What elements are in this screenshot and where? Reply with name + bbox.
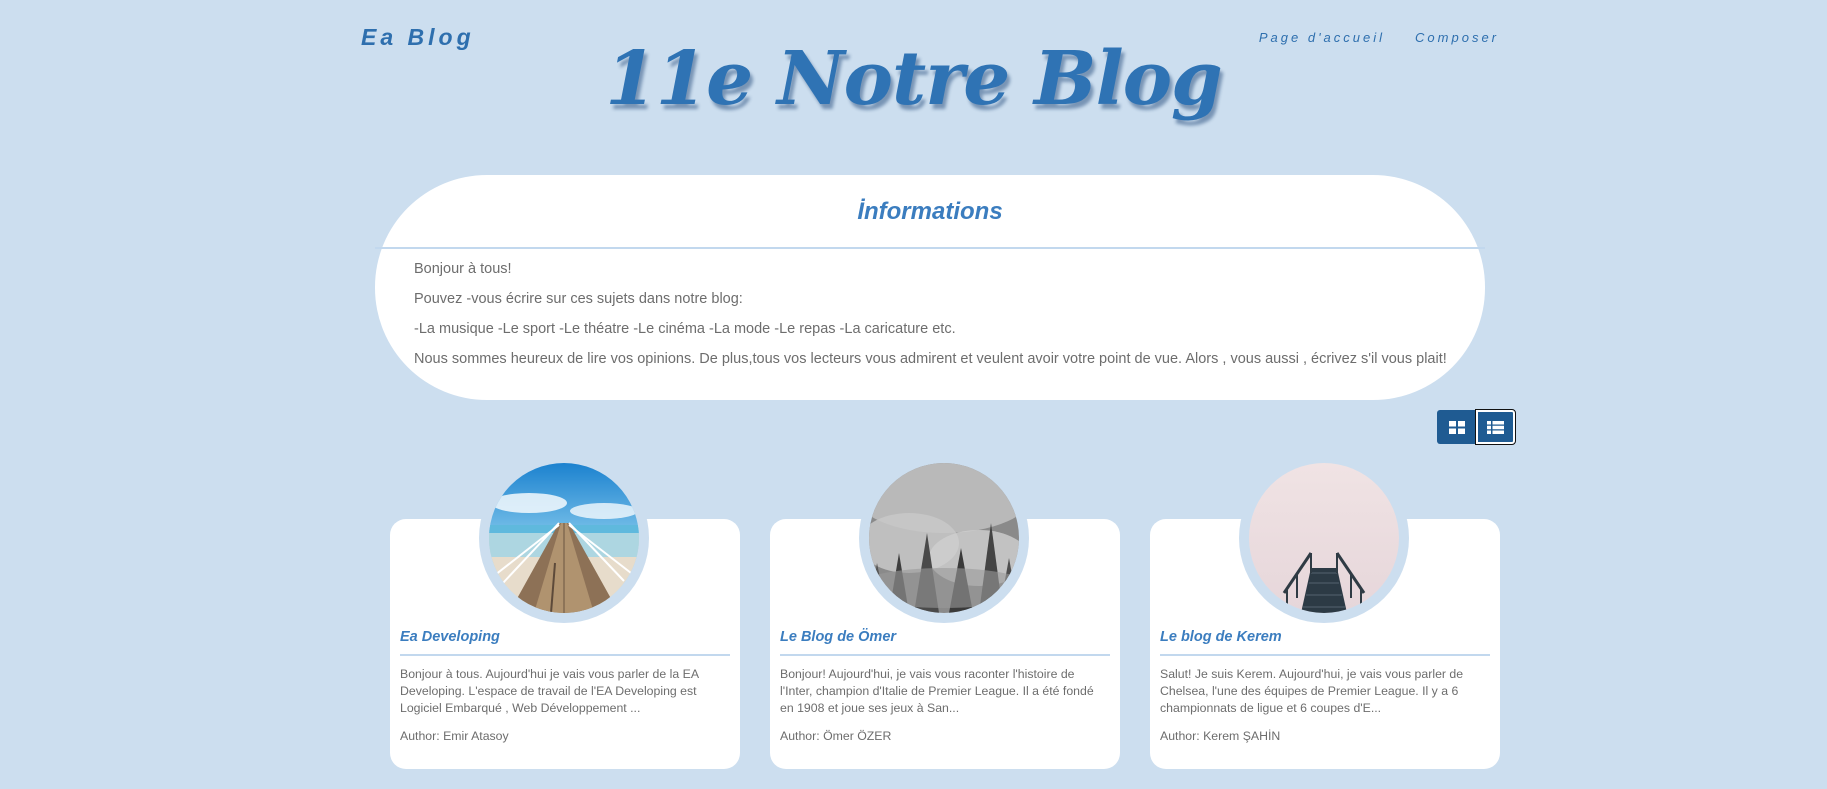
grid-view-icon: [1448, 420, 1465, 434]
hero-title: 11e Notre Blog: [605, 36, 1223, 122]
post-image[interactable]: [489, 463, 639, 613]
view-toggle: [1437, 409, 1516, 445]
post-author: Author: Ömer ÖZER: [780, 729, 892, 743]
list-view-icon: [1487, 420, 1504, 434]
post-title[interactable]: Le blog de Kerem: [1160, 629, 1490, 656]
post-image[interactable]: [1249, 463, 1399, 613]
info-paragraph: Bonjour à tous!: [414, 261, 512, 277]
post-title[interactable]: Le Blog de Ömer: [780, 629, 1110, 656]
post-author: Author: Emir Atasoy: [400, 729, 509, 743]
info-paragraph: Nous sommes heureux de lire vos opinions…: [414, 351, 1447, 367]
info-paragraph: -La musique -Le sport -Le théatre -Le ci…: [414, 321, 956, 337]
info-title: İnformations: [375, 175, 1485, 249]
post-image-frame: [859, 453, 1029, 623]
post-excerpt: Bonjour! Aujourd'hui, je vais vous racon…: [780, 667, 1094, 715]
info-paragraph: Pouvez -vous écrire sur ces sujets dans …: [414, 291, 743, 307]
post-card[interactable]: Ea Developing Bonjour à tous. Aujourd'hu…: [390, 453, 740, 769]
grid-view-button[interactable]: [1437, 410, 1476, 444]
post-card[interactable]: Le Blog de Ömer Bonjour! Aujourd'hui, je…: [770, 453, 1120, 769]
post-excerpt: Salut! Je suis Kerem. Aujourd'hui, je va…: [1160, 667, 1464, 715]
post-author: Author: Kerem ŞAHİN: [1160, 729, 1281, 743]
post-image-frame: [479, 453, 649, 623]
info-panel: İnformations Bonjour à tous! Pouvez -vou…: [375, 175, 1485, 400]
post-image[interactable]: [869, 463, 1019, 613]
post-image-frame: [1239, 453, 1409, 623]
list-view-button[interactable]: [1475, 409, 1516, 445]
post-title[interactable]: Ea Developing: [400, 629, 730, 656]
post-card[interactable]: Le blog de Kerem Salut! Je suis Kerem. A…: [1150, 453, 1500, 769]
info-body: Bonjour à tous! Pouvez -vous écrire sur …: [375, 249, 1485, 368]
post-excerpt: Bonjour à tous. Aujourd'hui je vais vous…: [400, 667, 699, 715]
